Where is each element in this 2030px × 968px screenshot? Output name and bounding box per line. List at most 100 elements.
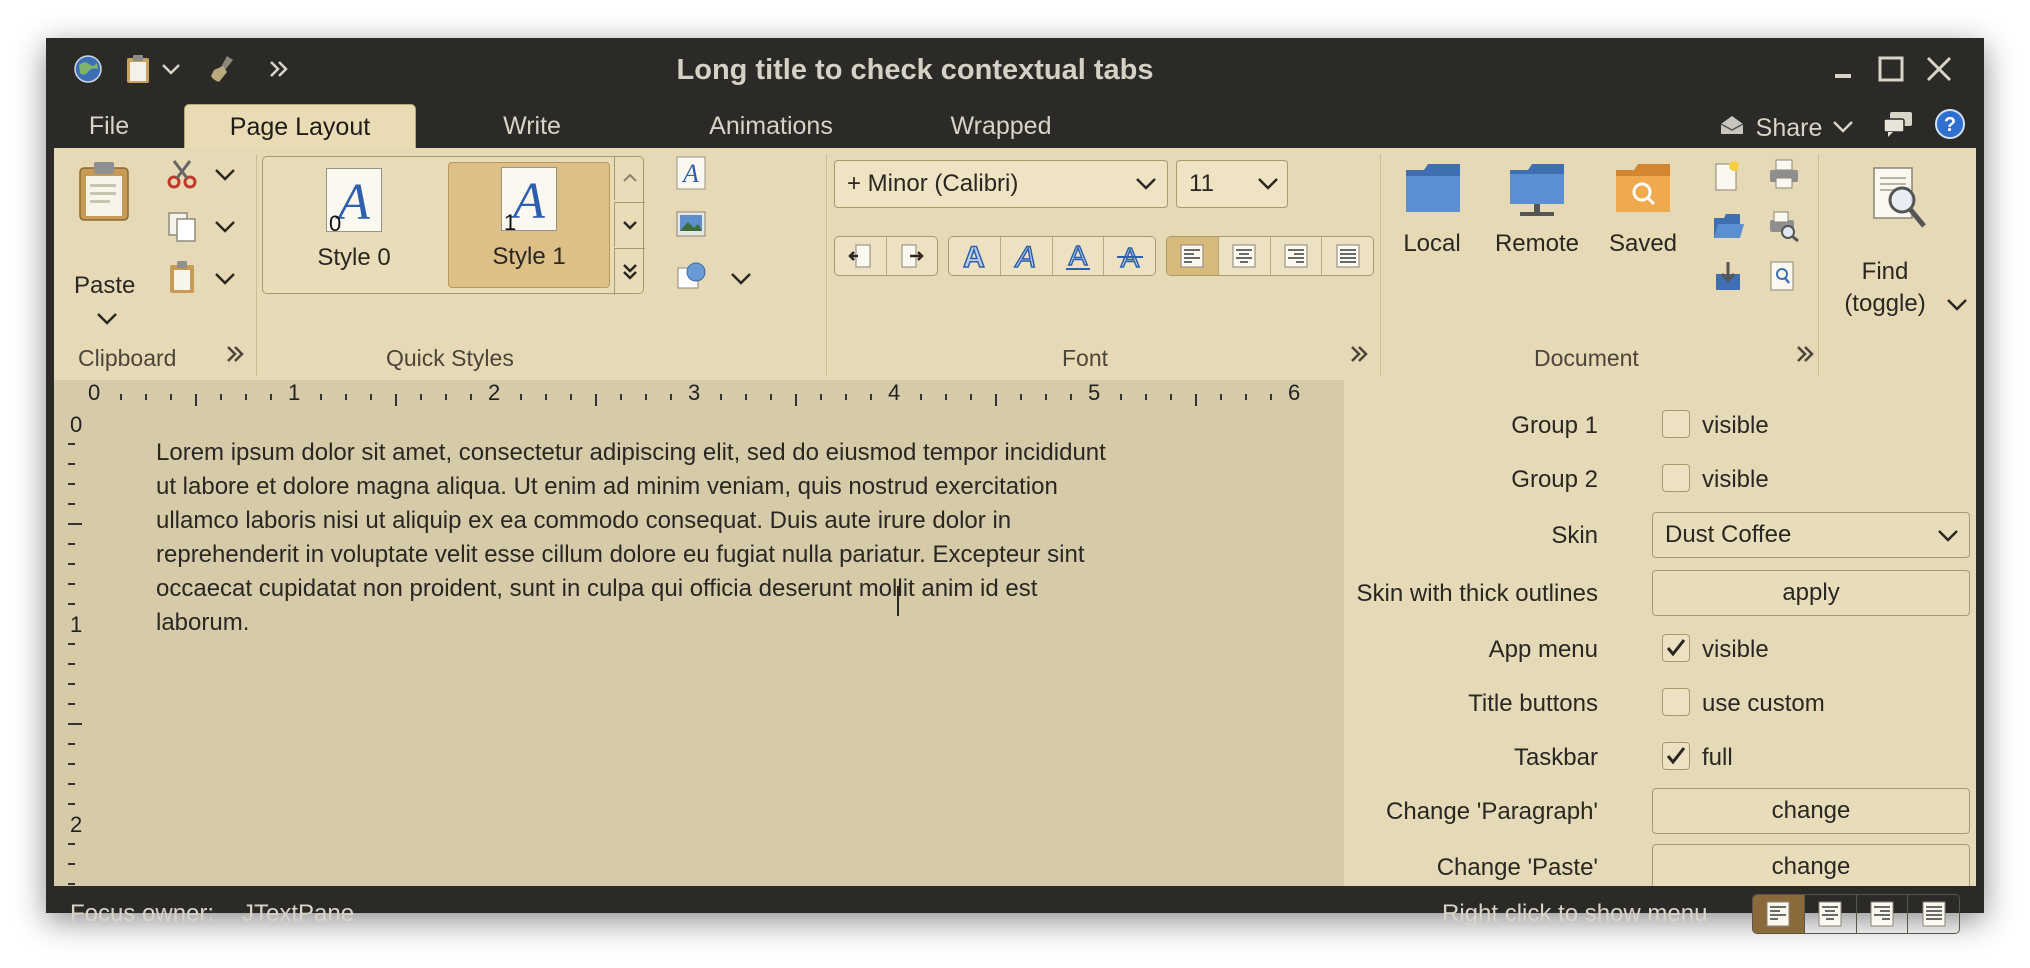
increase-indent-icon[interactable]: [887, 237, 938, 275]
status-align-right-icon[interactable]: [1855, 895, 1908, 933]
status-align-left-icon[interactable]: [1753, 895, 1804, 933]
status-align-center-icon[interactable]: [1803, 895, 1856, 933]
title-buttons-label: Title buttons: [1468, 690, 1598, 717]
align-center-icon[interactable]: [1219, 237, 1271, 275]
change-paste-button[interactable]: change: [1652, 844, 1970, 886]
ruler-h-5: 5: [1088, 380, 1101, 405]
style-0-button[interactable]: A 0 Style 0: [268, 162, 440, 288]
status-align-justify-icon[interactable]: [1907, 895, 1959, 933]
change-paste-label: Change 'Paste': [1436, 854, 1598, 881]
saved-folder-icon: [1616, 164, 1670, 212]
paste-small-chevron-icon[interactable]: [214, 272, 236, 286]
vertical-ruler: 0 1 2: [54, 410, 94, 886]
zoom-page-icon[interactable]: [1768, 260, 1798, 297]
italic-icon[interactable]: A: [1001, 237, 1053, 275]
minimize-icon[interactable]: [1826, 52, 1860, 86]
paste-icon[interactable]: [76, 160, 132, 227]
decrease-indent-icon[interactable]: [835, 237, 887, 275]
paste-chevron-icon[interactable]: [96, 312, 118, 326]
saved-button[interactable]: Saved: [1600, 160, 1686, 270]
group1-check-label[interactable]: visible: [1702, 412, 1769, 440]
group2-checkbox[interactable]: [1662, 464, 1690, 492]
open-folder-icon[interactable]: [1712, 212, 1744, 245]
maximize-icon[interactable]: [1874, 52, 1908, 86]
svg-text:A: A: [1069, 240, 1088, 271]
font-launcher-icon[interactable]: [1350, 339, 1368, 370]
change-paragraph-button[interactable]: change: [1652, 788, 1970, 834]
skin-row: Skin Dust Coffee: [1344, 510, 1976, 560]
paste-label[interactable]: Paste: [74, 272, 135, 300]
group-separator: [826, 154, 827, 376]
share-icon[interactable]: [1718, 110, 1748, 140]
gallery-expand-icon[interactable]: [614, 248, 645, 295]
apply-button[interactable]: apply: [1652, 570, 1970, 616]
align-left-icon[interactable]: [1167, 237, 1219, 275]
group2-check-label[interactable]: visible: [1702, 466, 1769, 494]
text-style-strip: A A A A: [948, 236, 1156, 276]
style-0-icon: A 0: [326, 168, 382, 236]
insert-shape-chevron-icon[interactable]: [730, 272, 752, 286]
document-editor[interactable]: 0 1 2 3 4 5 6 0 1 2 Lorem ipsum dolor si…: [54, 380, 1344, 886]
print-preview-icon[interactable]: [1768, 210, 1800, 247]
tab-page-layout[interactable]: Page Layout: [184, 104, 416, 149]
comments-icon[interactable]: [1882, 110, 1914, 143]
app-menu-checkbox[interactable]: [1662, 634, 1690, 662]
find-group: Find (toggle): [1824, 148, 1974, 380]
print-icon[interactable]: [1768, 158, 1800, 195]
strikethrough-icon[interactable]: A: [1104, 237, 1155, 275]
underline-icon[interactable]: A: [1053, 237, 1105, 275]
document-launcher-icon[interactable]: [1796, 339, 1814, 370]
remote-button[interactable]: Remote: [1488, 160, 1586, 270]
save-document-icon[interactable]: [1712, 260, 1744, 297]
align-right-icon[interactable]: [1271, 237, 1323, 275]
clipboard-group: Paste Clipboard: [54, 148, 254, 380]
text-caret: [897, 586, 899, 616]
app-menu-check-label[interactable]: visible: [1702, 636, 1769, 664]
title-buttons-checkbox[interactable]: [1662, 688, 1690, 716]
close-icon[interactable]: [1922, 52, 1956, 86]
text-style-icon[interactable]: A: [676, 156, 706, 195]
align-justify-icon[interactable]: [1322, 237, 1373, 275]
gallery-scroll-down-icon[interactable]: [614, 202, 645, 247]
font-name-combo[interactable]: + Minor (Calibri): [834, 160, 1168, 208]
share-button[interactable]: Share: [1752, 106, 1826, 150]
taskbar-checkbox[interactable]: [1662, 742, 1690, 770]
share-chevron-icon[interactable]: [1832, 120, 1854, 139]
group2-row: Group 2 visible: [1344, 454, 1976, 504]
new-document-icon[interactable]: [1712, 160, 1742, 197]
local-label: Local: [1403, 230, 1461, 257]
group1-label: Group 1: [1511, 412, 1598, 439]
gallery-scroll-up-icon[interactable]: [614, 156, 645, 200]
focus-owner-value: JTextPane: [242, 900, 355, 927]
tab-file[interactable]: File: [74, 104, 144, 148]
tab-animations[interactable]: Animations: [666, 104, 876, 148]
group1-checkbox[interactable]: [1662, 410, 1690, 438]
font-size-combo[interactable]: 11: [1176, 160, 1288, 208]
skin-select[interactable]: Dust Coffee: [1652, 512, 1970, 558]
find-label-line2: (toggle): [1844, 290, 1926, 317]
title-buttons-check-label[interactable]: use custom: [1702, 690, 1825, 718]
clipboard-launcher-icon[interactable]: [226, 339, 244, 370]
copy-chevron-icon[interactable]: [214, 220, 236, 234]
title-bar: Long title to check contextual tabs: [46, 38, 1984, 100]
style-1-icon: A 1: [501, 167, 557, 235]
style-0-label: Style 0: [317, 244, 391, 271]
find-toggle-button[interactable]: Find (toggle): [1824, 166, 1974, 336]
tab-write[interactable]: Write: [476, 104, 588, 148]
document-text[interactable]: Lorem ipsum dolor sit amet, consectetur …: [156, 436, 1276, 640]
taskbar-check-label[interactable]: full: [1702, 744, 1733, 772]
cut-chevron-icon[interactable]: [214, 168, 236, 182]
help-icon[interactable]: ?: [1934, 108, 1966, 145]
local-button[interactable]: Local: [1392, 160, 1472, 270]
style-1-button[interactable]: A 1 Style 1: [448, 162, 610, 288]
change-paragraph-row: Change 'Paragraph' change: [1344, 786, 1976, 836]
bold-icon[interactable]: A: [949, 237, 1001, 275]
horizontal-ruler: 0 1 2 3 4 5 6: [54, 380, 1344, 410]
cut-icon[interactable]: [166, 158, 198, 195]
insert-shape-icon[interactable]: [676, 260, 708, 297]
paste-small-icon[interactable]: [166, 260, 198, 299]
insert-picture-icon[interactable]: [676, 210, 706, 243]
copy-icon[interactable]: [166, 210, 198, 247]
tab-wrapped[interactable]: Wrapped: [906, 104, 1096, 148]
find-label-line1: Find: [1861, 258, 1909, 285]
